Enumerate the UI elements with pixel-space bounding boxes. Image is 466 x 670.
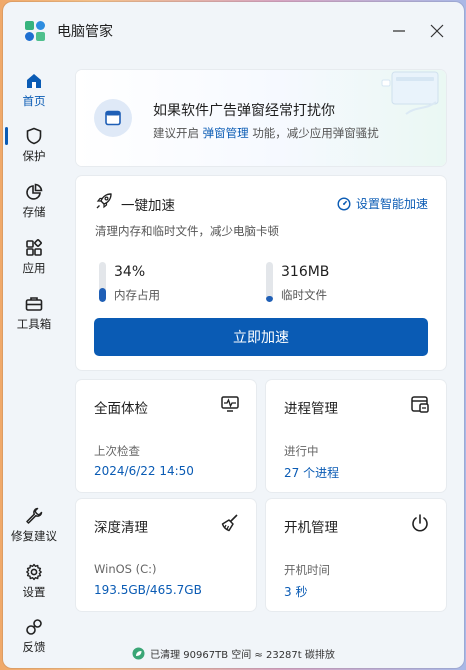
feedback-icon xyxy=(26,619,42,635)
app-window: 电脑管家 首页 保护 存储 应用 工具箱 修复建议 设置 反馈 如果软件广告弹窗… xyxy=(3,2,464,668)
boost-title: 一键加速 xyxy=(121,198,175,214)
apps-icon xyxy=(26,239,42,256)
sidebar-item-protect[interactable]: 保护 xyxy=(3,127,65,164)
popup-window-icon xyxy=(94,99,132,137)
sidebar-item-settings[interactable]: 设置 xyxy=(3,563,65,600)
tile-subtitle: 上次检查 xyxy=(94,444,140,458)
sidebar-item-label: 应用 xyxy=(22,261,46,275)
minimize-button[interactable] xyxy=(383,16,415,46)
app-logo-icon xyxy=(25,21,45,41)
rocket-icon xyxy=(96,193,112,209)
tile-title: 深度清理 xyxy=(94,520,148,536)
sidebar-item-label: 存储 xyxy=(22,205,46,219)
tile-value: 27 个进程 xyxy=(284,466,340,480)
temp-files-meter xyxy=(266,262,273,302)
cleanup-stats-footer: 已清理 90967TB 空间 ≈ 23287t 碳排放 xyxy=(3,643,464,663)
banner-description: 建议开启 弹窗管理 功能，减少应用弹窗骚扰 xyxy=(153,126,379,140)
boost-now-button[interactable]: 立即加速 xyxy=(94,318,428,356)
memory-usage-label: 内存占用 xyxy=(114,288,160,302)
app-title: 电脑管家 xyxy=(57,24,113,40)
sidebar-item-label: 工具箱 xyxy=(16,317,52,331)
sidebar: 首页 保护 存储 应用 工具箱 修复建议 设置 反馈 xyxy=(3,58,65,668)
sidebar-item-label: 保护 xyxy=(22,149,46,163)
temp-files-label: 临时文件 xyxy=(281,288,327,302)
memory-usage-meter xyxy=(99,262,106,302)
tile-value: 193.5GB/465.7GB xyxy=(94,583,202,597)
process-window-icon xyxy=(411,396,429,413)
one-click-boost-card: 一键加速 设置智能加速 清理内存和临时文件，减少电脑卡顿 34% 内存占用 31… xyxy=(76,176,446,370)
footer-text: 已清理 90967TB 空间 ≈ 23287t 碳排放 xyxy=(150,649,335,661)
tile-title: 进程管理 xyxy=(284,401,338,417)
toolbox-icon xyxy=(25,297,43,311)
tile-title: 开机管理 xyxy=(284,520,338,536)
power-icon xyxy=(412,514,428,532)
pie-chart-icon xyxy=(26,183,43,200)
deep-clean-tile[interactable]: 深度清理 WinOS (C:) 193.5GB/465.7GB xyxy=(76,499,256,611)
sidebar-item-home[interactable]: 首页 xyxy=(3,72,65,109)
startup-management-tile[interactable]: 开机管理 开机时间 3 秒 xyxy=(266,499,446,611)
banner-illustration xyxy=(381,71,439,115)
smart-boost-settings-link[interactable]: 设置智能加速 xyxy=(337,195,428,212)
tile-value: 2024/6/22 14:50 xyxy=(94,464,194,478)
tile-subtitle: 开机时间 xyxy=(284,563,330,577)
wrench-icon xyxy=(26,507,43,524)
boost-description: 清理内存和临时文件，减少电脑卡顿 xyxy=(95,224,279,238)
title-bar: 电脑管家 xyxy=(3,2,464,58)
sidebar-item-repair[interactable]: 修复建议 xyxy=(3,507,65,544)
monitor-pulse-icon xyxy=(221,396,239,412)
banner-title: 如果软件广告弹窗经常打扰你 xyxy=(153,103,335,119)
sidebar-item-label: 修复建议 xyxy=(11,529,57,543)
sidebar-item-toolbox[interactable]: 工具箱 xyxy=(3,295,65,332)
tile-subtitle: 进行中 xyxy=(284,444,319,458)
sidebar-item-apps[interactable]: 应用 xyxy=(3,239,65,276)
shield-icon xyxy=(26,127,42,145)
full-checkup-tile[interactable]: 全面体检 上次检查 2024/6/22 14:50 xyxy=(76,380,256,492)
tile-title: 全面体检 xyxy=(94,401,148,417)
speedometer-icon xyxy=(337,196,351,211)
close-icon xyxy=(430,24,444,38)
process-management-tile[interactable]: 进程管理 进行中 27 个进程 xyxy=(266,380,446,492)
close-button[interactable] xyxy=(421,16,453,46)
popup-tip-banner[interactable]: 如果软件广告弹窗经常打扰你 建议开启 弹窗管理 功能，减少应用弹窗骚扰 xyxy=(76,70,446,166)
sidebar-item-label: 设置 xyxy=(22,585,46,599)
memory-usage-value: 34% xyxy=(114,264,146,280)
home-icon xyxy=(27,74,41,88)
tile-subtitle: WinOS (C:) xyxy=(94,562,157,576)
tile-value: 3 秒 xyxy=(284,585,308,599)
sidebar-item-label: 首页 xyxy=(22,94,46,108)
temp-files-value: 316MB xyxy=(281,264,330,280)
gear-icon xyxy=(26,563,42,581)
popup-management-link[interactable]: 弹窗管理 xyxy=(203,126,249,140)
sidebar-item-storage[interactable]: 存储 xyxy=(3,183,65,220)
broom-icon xyxy=(221,514,238,532)
leaf-icon xyxy=(132,647,145,659)
minimize-icon xyxy=(393,30,405,32)
